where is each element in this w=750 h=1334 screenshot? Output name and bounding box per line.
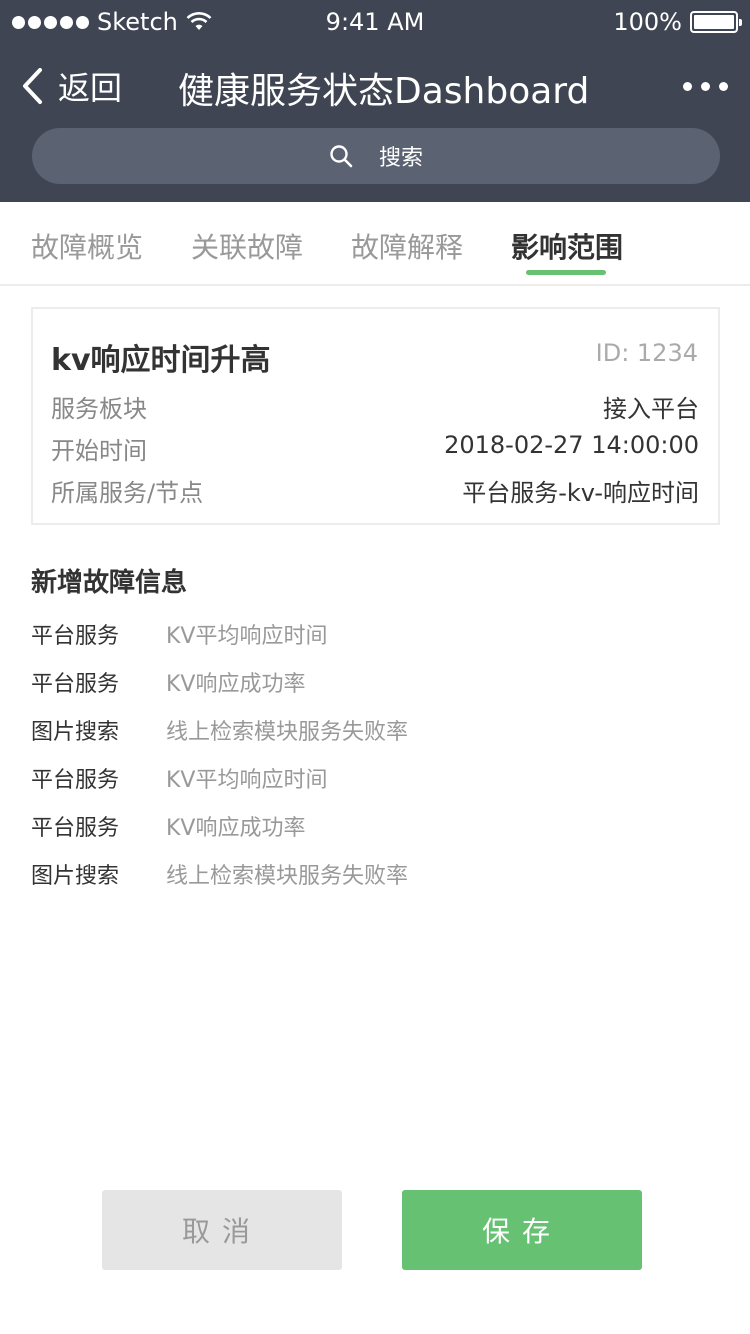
fault-category: 图片搜索	[31, 864, 120, 889]
tab-related-faults[interactable]: 关联故障	[191, 226, 303, 266]
status-right: 100%	[613, 8, 742, 36]
search-placeholder: 搜索	[378, 146, 423, 171]
save-button[interactable]: 保存	[402, 1190, 642, 1270]
nav-bar: 返回 健康服务状态Dashboard	[0, 44, 750, 128]
fault-category: 平台服务	[31, 816, 120, 841]
info-label: 开始时间	[51, 437, 147, 465]
fault-id: ID: 1234	[595, 339, 698, 367]
fault-metric: 线上检索模块服务失败率	[166, 720, 409, 745]
active-tab-indicator	[526, 270, 606, 275]
cancel-button[interactable]: 取消	[102, 1190, 342, 1270]
list-item: 图片搜索 线上检索模块服务失败率	[31, 714, 721, 746]
fault-category: 平台服务	[31, 672, 120, 697]
fault-metric: KV平均响应时间	[166, 768, 328, 793]
battery-icon	[690, 11, 742, 33]
page-title: 健康服务状态Dashboard	[178, 71, 590, 112]
fault-category: 平台服务	[31, 624, 120, 649]
list-item: 平台服务 KV平均响应时间	[31, 762, 721, 794]
list-item: 平台服务 KV响应成功率	[31, 810, 721, 842]
info-value: 平台服务-kv-响应时间	[462, 479, 699, 507]
fault-metric: KV响应成功率	[166, 672, 306, 697]
battery-percent: 100%	[613, 8, 682, 36]
tab-impact-scope[interactable]: 影响范围	[511, 226, 623, 266]
info-row-service-node: 所属服务/节点 平台服务-kv-响应时间	[51, 473, 699, 507]
list-item: 平台服务 KV响应成功率	[31, 666, 721, 698]
info-value: 接入平台	[603, 395, 699, 423]
fault-metric: KV平均响应时间	[166, 624, 328, 649]
info-row-start-time: 开始时间 2018-02-27 14:00:00	[51, 431, 699, 465]
list-item: 图片搜索 线上检索模块服务失败率	[31, 858, 721, 890]
back-label: 返回	[58, 69, 123, 107]
search-icon	[330, 145, 353, 168]
status-bar: Sketch 9:41 AM 100%	[0, 0, 750, 44]
info-value: 2018-02-27 14:00:00	[444, 431, 699, 459]
info-label: 所属服务/节点	[51, 479, 204, 507]
chevron-left-icon	[23, 68, 42, 104]
more-icon[interactable]	[683, 82, 728, 91]
fault-category: 平台服务	[31, 768, 120, 793]
fault-title: kv响应时间升高	[51, 343, 271, 378]
section-title: 新增故障信息	[31, 568, 188, 598]
fault-card: kv响应时间升高 ID: 1234 服务板块 接入平台 开始时间 2018-02…	[31, 307, 720, 525]
fault-metric: KV响应成功率	[166, 816, 306, 841]
tab-fault-explanation[interactable]: 故障解释	[351, 226, 463, 266]
tab-bar: 故障概览 关联故障 故障解释 影响范围	[0, 202, 750, 286]
tab-fault-overview[interactable]: 故障概览	[31, 226, 143, 266]
info-row-service-block: 服务板块 接入平台	[51, 389, 699, 423]
list-item: 平台服务 KV平均响应时间	[31, 618, 721, 650]
header: Sketch 9:41 AM 100% 返回 健康服务状态Dashboard 搜…	[0, 0, 750, 202]
search-input[interactable]: 搜索	[32, 128, 720, 184]
fault-category: 图片搜索	[31, 720, 120, 745]
info-label: 服务板块	[51, 395, 147, 423]
back-button[interactable]: 返回	[20, 64, 122, 108]
fault-metric: 线上检索模块服务失败率	[166, 864, 409, 889]
